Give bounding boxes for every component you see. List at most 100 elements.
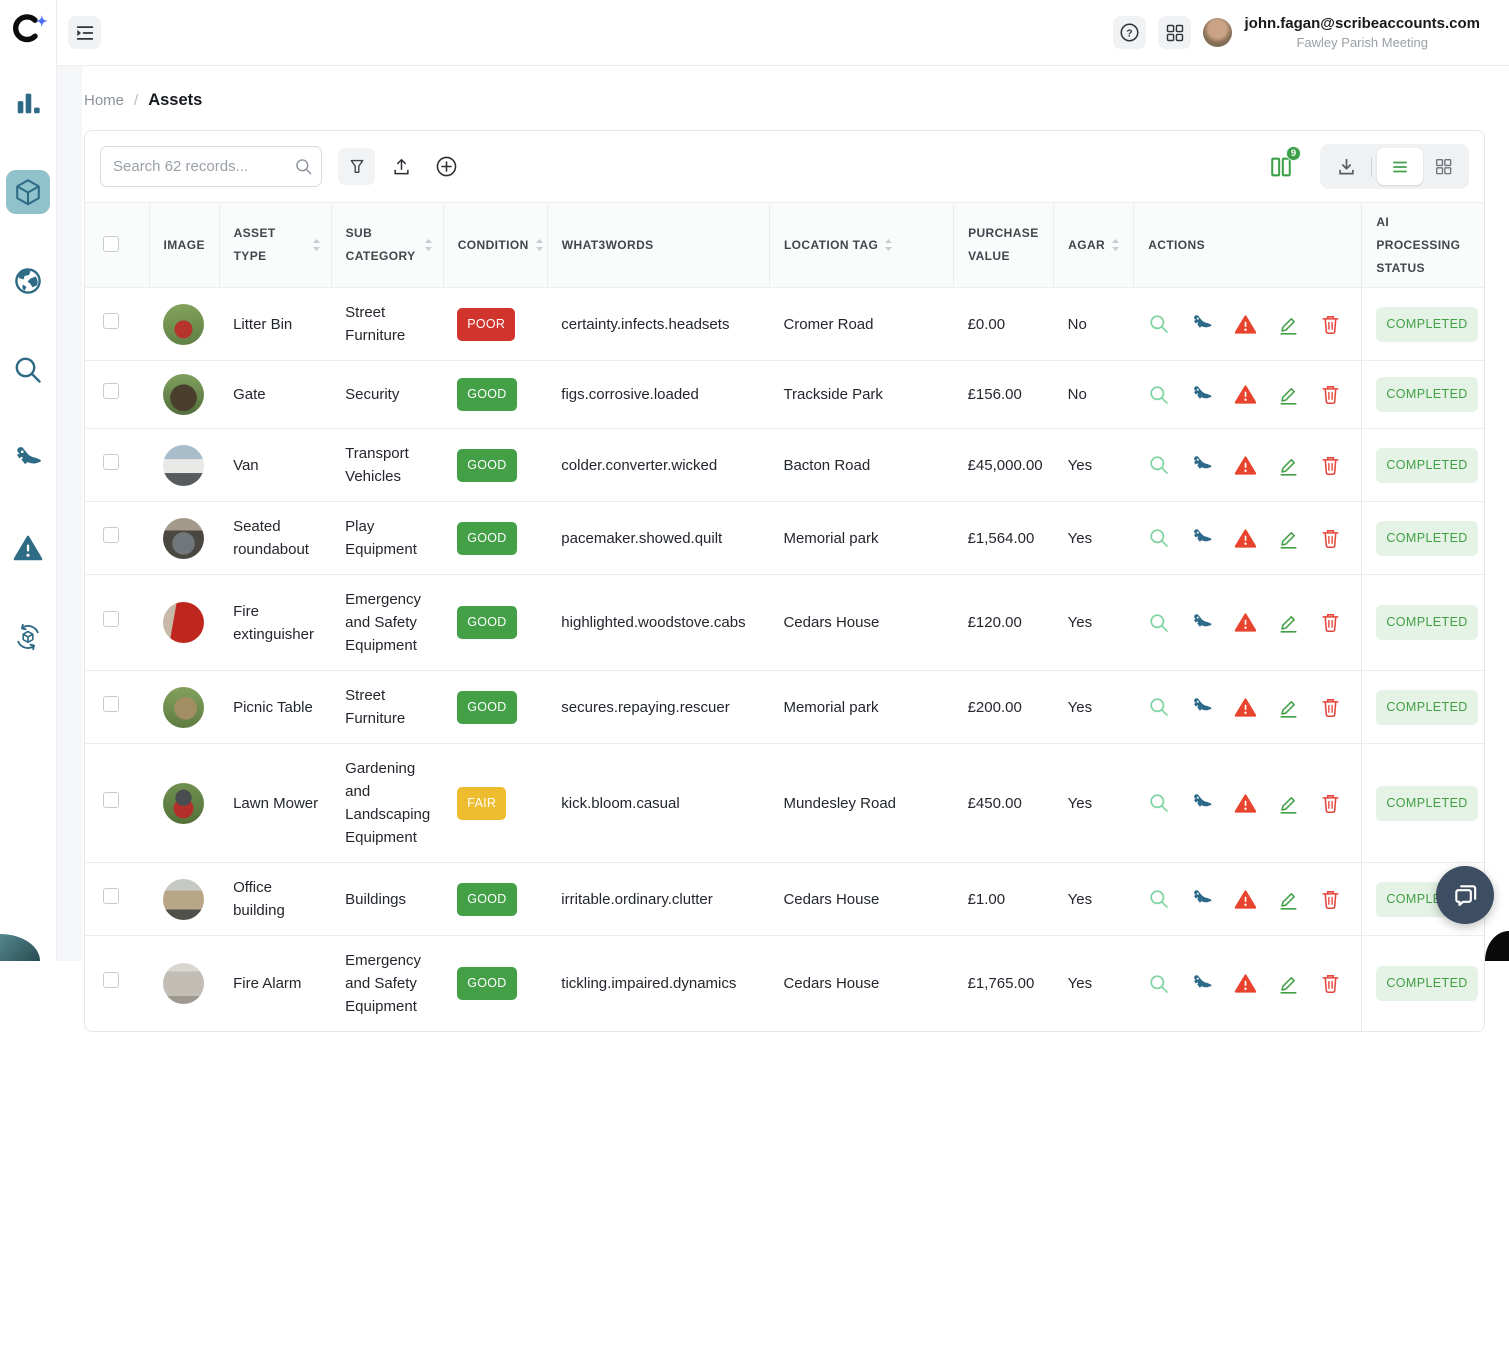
- asset-thumbnail[interactable]: [163, 879, 204, 920]
- select-all-checkbox[interactable]: [103, 236, 119, 252]
- sidebar-item-issues[interactable]: [6, 526, 50, 570]
- report-issue-action-button[interactable]: [1234, 697, 1257, 718]
- delete-action-button[interactable]: [1320, 454, 1341, 477]
- user-avatar[interactable]: [1203, 18, 1232, 47]
- edit-action-button[interactable]: [1278, 527, 1299, 550]
- sidebar-item-map[interactable]: [6, 259, 50, 303]
- view-action-button[interactable]: [1148, 454, 1170, 476]
- delete-action-button[interactable]: [1320, 383, 1341, 406]
- column-header[interactable]: ASSET TYPE: [219, 203, 331, 288]
- row-checkbox[interactable]: [103, 792, 119, 808]
- sidebar-item-dashboard[interactable]: [6, 81, 50, 125]
- breadcrumb-home-link[interactable]: Home: [84, 92, 124, 109]
- edit-action-button[interactable]: [1278, 313, 1299, 336]
- edit-action-button[interactable]: [1278, 888, 1299, 911]
- tools-action-button[interactable]: [1191, 973, 1213, 995]
- delete-action-button[interactable]: [1320, 696, 1341, 719]
- tools-action-button[interactable]: [1191, 384, 1213, 406]
- edit-action-button[interactable]: [1278, 454, 1299, 477]
- edit-action-button[interactable]: [1278, 611, 1299, 634]
- collapse-sidebar-button[interactable]: [68, 16, 101, 49]
- chat-launcher-button[interactable]: [1436, 866, 1494, 924]
- trash-icon: [1320, 792, 1341, 815]
- report-issue-action-button[interactable]: [1234, 528, 1257, 549]
- tools-action-button[interactable]: [1191, 612, 1213, 634]
- report-issue-action-button[interactable]: [1234, 612, 1257, 633]
- edit-action-button[interactable]: [1278, 972, 1299, 995]
- edit-pencil-icon: [1278, 527, 1299, 550]
- search-input[interactable]: [100, 146, 322, 187]
- tools-action-button[interactable]: [1191, 888, 1213, 910]
- edit-action-button[interactable]: [1278, 792, 1299, 815]
- view-action-button[interactable]: [1148, 973, 1170, 995]
- delete-action-button[interactable]: [1320, 972, 1341, 995]
- view-action-button[interactable]: [1148, 792, 1170, 814]
- row-checkbox[interactable]: [103, 383, 119, 399]
- view-action-button[interactable]: [1148, 313, 1170, 335]
- delete-action-button[interactable]: [1320, 888, 1341, 911]
- asset-thumbnail[interactable]: [163, 963, 204, 1004]
- row-checkbox[interactable]: [103, 888, 119, 904]
- report-issue-action-button[interactable]: [1234, 793, 1257, 814]
- report-issue-action-button[interactable]: [1234, 455, 1257, 476]
- asset-thumbnail[interactable]: [163, 304, 204, 345]
- sidebar-item-maintenance[interactable]: [6, 437, 50, 481]
- report-issue-action-button[interactable]: [1234, 973, 1257, 994]
- apps-grid-button[interactable]: [1158, 16, 1191, 49]
- delete-action-button[interactable]: [1320, 792, 1341, 815]
- asset-thumbnail[interactable]: [163, 374, 204, 415]
- row-checkbox[interactable]: [103, 972, 119, 988]
- purchase-value-cell: £45,000.00: [954, 429, 1054, 502]
- report-issue-action-button[interactable]: [1234, 889, 1257, 910]
- column-header[interactable]: AGAR: [1054, 203, 1134, 288]
- tools-action-button[interactable]: [1191, 313, 1213, 335]
- asset-thumbnail[interactable]: [163, 687, 204, 728]
- sub-category-cell: Gardening and Landscaping Equipment: [331, 744, 443, 863]
- view-action-button[interactable]: [1148, 696, 1170, 718]
- columns-button[interactable]: 9: [1264, 150, 1298, 184]
- view-action-button[interactable]: [1148, 888, 1170, 910]
- view-action-button[interactable]: [1148, 384, 1170, 406]
- upload-button[interactable]: [383, 148, 420, 185]
- tools-action-button[interactable]: [1191, 696, 1213, 718]
- row-checkbox[interactable]: [103, 696, 119, 712]
- user-block[interactable]: john.fagan@scribeaccounts.com Fawley Par…: [1244, 15, 1480, 50]
- filter-button[interactable]: [338, 148, 375, 185]
- row-checkbox[interactable]: [103, 454, 119, 470]
- column-header[interactable]: LOCATION TAG: [769, 203, 953, 288]
- logo-sparkle-icon: [36, 15, 48, 27]
- report-issue-action-button[interactable]: [1234, 314, 1257, 335]
- column-header[interactable]: SUB CATEGORY: [331, 203, 443, 288]
- columns-count-badge: 9: [1286, 146, 1301, 161]
- column-header[interactable]: CONDITION: [443, 203, 547, 288]
- add-record-button[interactable]: [428, 148, 465, 185]
- asset-thumbnail[interactable]: [163, 518, 204, 559]
- delete-action-button[interactable]: [1320, 611, 1341, 634]
- report-issue-action-button[interactable]: [1234, 384, 1257, 405]
- row-checkbox[interactable]: [103, 313, 119, 329]
- download-button[interactable]: [1326, 149, 1366, 185]
- sidebar-item-ai-processing[interactable]: [6, 615, 50, 659]
- sidebar-item-assets[interactable]: [6, 170, 50, 214]
- tools-action-button[interactable]: [1191, 454, 1213, 476]
- help-button[interactable]: ?: [1113, 16, 1146, 49]
- edit-action-button[interactable]: [1278, 696, 1299, 719]
- grid-view-button[interactable]: [1423, 149, 1463, 185]
- asset-thumbnail[interactable]: [163, 783, 204, 824]
- condition-badge: GOOD: [457, 449, 516, 482]
- asset-thumbnail[interactable]: [163, 602, 204, 643]
- row-checkbox[interactable]: [103, 611, 119, 627]
- sub-category-cell: Transport Vehicles: [331, 429, 443, 502]
- list-view-button[interactable]: [1377, 148, 1423, 185]
- view-action-button[interactable]: [1148, 612, 1170, 634]
- delete-action-button[interactable]: [1320, 527, 1341, 550]
- asset-thumbnail[interactable]: [163, 445, 204, 486]
- row-checkbox[interactable]: [103, 527, 119, 543]
- tools-action-button[interactable]: [1191, 792, 1213, 814]
- delete-action-button[interactable]: [1320, 313, 1341, 336]
- tools-action-button[interactable]: [1191, 527, 1213, 549]
- edit-action-button[interactable]: [1278, 383, 1299, 406]
- view-action-button[interactable]: [1148, 527, 1170, 549]
- sort-arrows-icon: [424, 238, 433, 252]
- sidebar-item-search[interactable]: [6, 348, 50, 392]
